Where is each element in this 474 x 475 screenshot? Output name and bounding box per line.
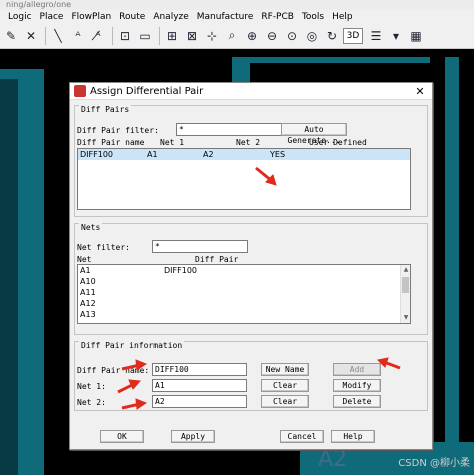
net-filter-input[interactable]: * (152, 240, 248, 253)
list-item[interactable]: A11 (78, 287, 410, 298)
cell-net: A12 (80, 299, 96, 308)
zoom-previous-icon[interactable]: ◎ (303, 26, 321, 46)
menu-route[interactable]: Route (119, 12, 145, 22)
scroll-thumb[interactable] (402, 277, 409, 293)
list-item[interactable]: A12 (78, 298, 410, 309)
zoom-in-icon[interactable]: ⊕ (243, 26, 261, 46)
toolbar-separator (45, 26, 46, 45)
diff-pairs-group-label: Diff Pairs (79, 105, 132, 114)
board-net-label: A2 (318, 447, 348, 472)
graph-icon[interactable]: ▦ (407, 26, 425, 46)
list-item[interactable]: A1 DIFF100 (78, 265, 410, 276)
assign-diff-pair-dialog: Assign Differential Pair ✕ Diff Pairs Di… (69, 82, 433, 450)
board-shape (445, 57, 459, 467)
list-item[interactable]: A10 (78, 276, 410, 287)
dialog-titlebar[interactable]: Assign Differential Pair ✕ (70, 83, 432, 100)
toolbar: ✎ ✕ ╲ ᴬ ᴬ̸ ⊡ ▭ ⊞ ⊠ ⊹ ⌕ ⊕ ⊖ ⊙ ◎ ↻ 3D ☰ ▾ … (0, 23, 474, 49)
col-diff-pair-name: Diff Pair name (77, 138, 145, 147)
cell-user-defined: YES (270, 150, 286, 159)
board-shape (0, 79, 18, 475)
menu-manufacture[interactable]: Manufacture (197, 12, 254, 22)
redraw-icon[interactable]: ↻ (323, 26, 341, 46)
edit-text-icon[interactable]: ᴬ̸ (89, 26, 107, 46)
toolbar-separator (112, 26, 113, 45)
menu-analyze[interactable]: Analyze (153, 12, 188, 22)
add-button[interactable]: Add (333, 363, 381, 376)
diff-pairs-group: Diff Pairs Diff Pair filter: * Auto Gene… (74, 105, 428, 217)
add-text-icon[interactable]: ᴬ (69, 26, 87, 46)
zoom-fit-icon[interactable]: ⌕ (223, 26, 241, 46)
table-row[interactable]: DIFF100 A1 A2 YES (78, 149, 410, 160)
diff-pair-name-input[interactable]: DIFF100 (152, 363, 247, 376)
clear-net-2-button[interactable]: Clear (261, 395, 309, 408)
net-2-label: Net 2: (77, 398, 106, 407)
toolbar-separator (159, 26, 160, 45)
layers-icon[interactable]: ☰ (367, 26, 385, 46)
col-user-defined: User Defined (309, 138, 367, 147)
close-icon[interactable]: ✕ (408, 85, 432, 98)
cell-net-2: A2 (203, 150, 214, 159)
cell-net: A13 (80, 310, 96, 319)
net-1-input[interactable]: A1 (152, 379, 247, 392)
col-net: Net (77, 255, 92, 264)
col-net-2: Net 2 (236, 138, 261, 147)
cell-net: A1 (80, 266, 91, 275)
dropdown-icon[interactable]: ▾ (387, 26, 405, 46)
3d-view-button[interactable]: 3D (343, 27, 363, 44)
scroll-down-icon[interactable]: ▼ (401, 313, 410, 323)
nets-group: Nets Net filter: * Net Diff Pair A1 DIFF… (74, 223, 428, 335)
board-shape (250, 57, 430, 63)
menu-tools[interactable]: Tools (302, 12, 324, 22)
cell-net: A10 (80, 277, 96, 286)
net-1-label: Net 1: (77, 382, 106, 391)
apply-button[interactable]: Apply (171, 430, 215, 443)
net-filter-label: Net filter: (77, 243, 130, 252)
ratsnest-icon[interactable]: ⊠ (183, 26, 201, 46)
menu-logic[interactable]: Logic (8, 12, 32, 22)
scroll-up-icon[interactable]: ▲ (401, 265, 410, 275)
diff-pair-name-label: Diff Pair name: (77, 366, 150, 375)
nets-scrollbar[interactable]: ▲ ▼ (400, 265, 410, 323)
help-button[interactable]: Help (331, 430, 375, 443)
delete-icon[interactable]: ✕ (22, 26, 40, 46)
clear-net-1-button[interactable]: Clear (261, 379, 309, 392)
pan-icon[interactable]: ⊹ (203, 26, 221, 46)
menubar: Logic Place FlowPlan Route Analyze Manuf… (0, 10, 474, 23)
menu-rf-pcb[interactable]: RF-PCB (261, 12, 294, 22)
grid-icon[interactable]: ⊞ (163, 26, 181, 46)
list-item[interactable]: A13 (78, 309, 410, 320)
net-2-input[interactable]: A2 (152, 395, 247, 408)
new-name-button[interactable]: New Name (261, 363, 309, 376)
col-diff-pair: Diff Pair (195, 255, 239, 264)
nets-list[interactable]: A1 DIFF100 A10 A11 A12 A13 ▲ ▼ (77, 264, 411, 324)
ok-button[interactable]: OK (100, 430, 144, 443)
path-bar: ning/allegro/one (0, 0, 474, 10)
diff-pairs-list[interactable]: DIFF100 A1 A2 YES (77, 148, 411, 210)
zoom-out-icon[interactable]: ⊖ (263, 26, 281, 46)
cancel-button[interactable]: Cancel (280, 430, 324, 443)
watermark: CSDN @柳小柔 (398, 458, 470, 469)
place-module-icon[interactable]: ▭ (136, 26, 154, 46)
modify-button[interactable]: Modify (333, 379, 381, 392)
col-net-1: Net 1 (160, 138, 185, 147)
menu-help[interactable]: Help (332, 12, 353, 22)
auto-generate-button[interactable]: Auto Generate... (281, 123, 347, 145)
nets-group-label: Nets (79, 223, 103, 232)
diff-pair-info-group-label: Diff Pair information (79, 341, 185, 350)
dialog-title: Assign Differential Pair (90, 85, 204, 97)
menu-flowplan[interactable]: FlowPlan (71, 12, 111, 22)
delete-button[interactable]: Delete (333, 395, 381, 408)
place-component-icon[interactable]: ⊡ (116, 26, 134, 46)
zoom-world-icon[interactable]: ⊙ (283, 26, 301, 46)
wrench-icon[interactable]: ✎ (2, 26, 20, 46)
cell-diff-pair-name: DIFF100 (80, 150, 113, 159)
cell-diff-pair: DIFF100 (164, 266, 197, 275)
menu-place[interactable]: Place (40, 12, 64, 22)
diff-pair-filter-label: Diff Pair filter: (77, 126, 159, 135)
diff-pair-info-group: Diff Pair information Diff Pair name: DI… (74, 341, 428, 411)
cell-net: A11 (80, 288, 96, 297)
add-line-icon[interactable]: ╲ (49, 26, 67, 46)
app-logo-icon (74, 85, 86, 97)
cell-net-1: A1 (147, 150, 158, 159)
